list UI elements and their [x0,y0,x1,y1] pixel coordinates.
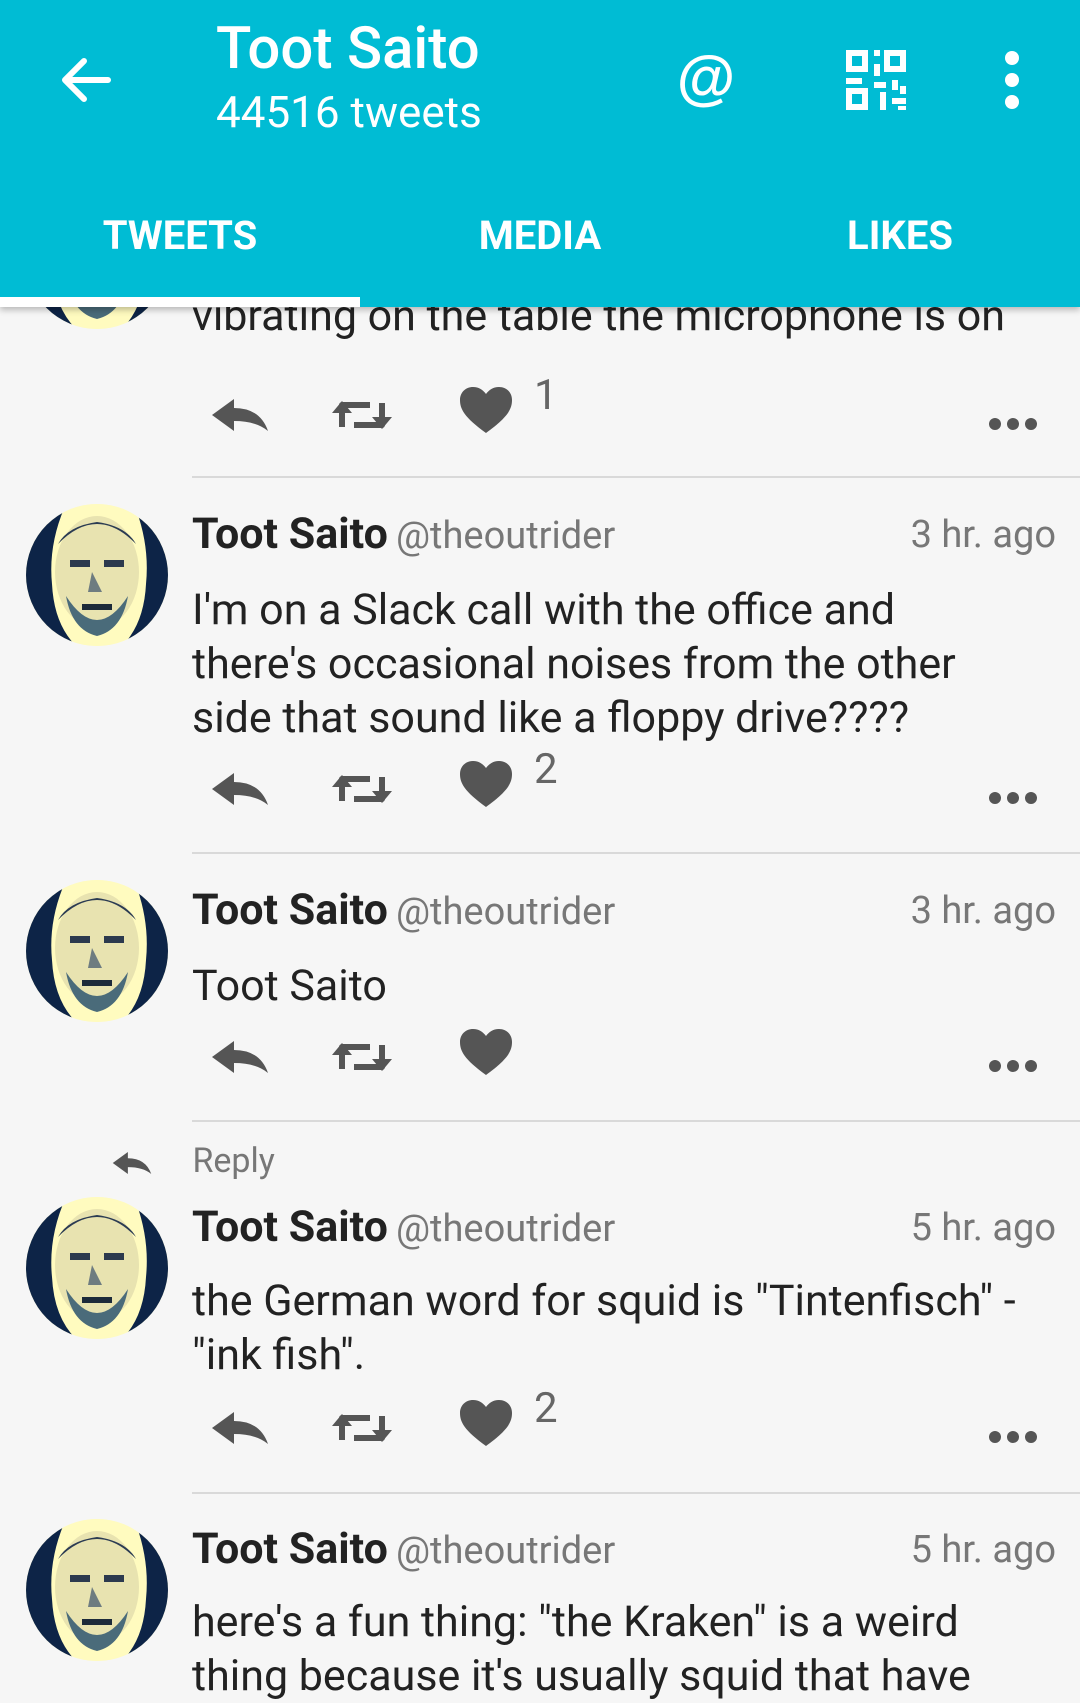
divider [192,1120,1080,1122]
avatar[interactable] [26,504,168,646]
avatar[interactable] [26,1519,168,1661]
like-count: 1 [534,371,558,420]
divider [192,1492,1080,1494]
avatar[interactable] [26,880,168,1022]
author-handle[interactable]: @theoutrider [396,890,615,934]
tweet-actions: 1 [208,365,1038,435]
tab-tweets[interactable]: TWEETS [0,190,360,307]
tweet-line: "ink fish". [192,1330,366,1380]
reply-icon[interactable] [208,739,272,809]
reply-icon[interactable] [208,1378,272,1448]
back-arrow-icon [62,58,111,102]
tab-media[interactable]: MEDIA [360,190,720,307]
more-icon[interactable] [988,1013,1038,1073]
tweet-line: here's a fun thing: "the Kraken" is a we… [192,1597,959,1647]
like-count: 2 [534,1384,558,1433]
tweet-text: the German word for squid is "Tintenfisc… [192,1274,1062,1382]
tweet-text: Toot Saito [192,959,1062,1013]
reply-icon[interactable] [208,1007,272,1077]
retweet-icon[interactable] [330,365,394,435]
tweet-count: 44516 tweets [216,86,482,138]
tweet-text: I'm on a Slack call with the office and … [192,583,1062,745]
author-name[interactable]: Toot Saito [192,1202,388,1252]
author-name[interactable]: Toot Saito [192,885,388,935]
more-icon[interactable] [988,371,1038,431]
reply-context-label: Reply [192,1141,275,1181]
tweet-header: Toot Saito @theoutrider 5 hr. ago [192,1524,1056,1580]
tweet-header: Toot Saito @theoutrider 3 hr. ago [192,885,1056,941]
reply-context-icon [110,1148,154,1178]
tweet-line: side that sound like a floppy drive???? [192,693,910,743]
author-handle[interactable]: @theoutrider [396,1529,615,1573]
timestamp: 5 hr. ago [910,1206,1056,1250]
tweet-line: I'm on a Slack call with the office and [192,585,895,635]
tweet-header: Toot Saito @theoutrider 5 hr. ago [192,1202,1056,1258]
app-bar: Toot Saito 44516 tweets @ TWEETS MEDIA L… [0,0,1080,307]
author-name[interactable]: Toot Saito [192,1524,388,1574]
timestamp: 3 hr. ago [910,513,1056,557]
divider [192,852,1080,854]
title-block: Toot Saito 44516 tweets [216,14,482,140]
reply-context: Reply [110,1141,275,1181]
heart-icon[interactable] [458,1378,514,1448]
tweet-actions: 2 [208,1378,1038,1448]
divider [192,476,1080,478]
tab-bar: TWEETS MEDIA LIKES [0,190,1080,307]
author-name[interactable]: Toot Saito [192,509,388,559]
like-count: 2 [534,745,558,794]
overflow-menu-icon [1005,51,1019,109]
qr-code-icon [846,50,906,110]
back-button[interactable] [50,45,120,115]
tweet-actions: 2 [208,739,1038,809]
avatar[interactable] [26,1197,168,1339]
timestamp: 3 hr. ago [910,889,1056,933]
mention-icon: @ [677,44,736,111]
more-icon[interactable] [988,745,1038,805]
svg-text:@: @ [677,44,736,111]
reply-icon[interactable] [208,365,272,435]
tweet-line: there's occasional noises from the other [192,639,956,689]
timestamp: 5 hr. ago [910,1528,1056,1572]
mention-button[interactable]: @ [666,40,746,120]
tab-likes[interactable]: LIKES [720,190,1080,307]
tweet-text: here's a fun thing: "the Kraken" is a we… [192,1595,1062,1703]
tweet-line: the German word for squid is "Tintenfisc… [192,1276,1016,1326]
retweet-icon[interactable] [330,1378,394,1448]
author-handle[interactable]: @theoutrider [396,1207,615,1251]
tweet-header: Toot Saito @theoutrider 3 hr. ago [192,509,1056,565]
heart-icon[interactable] [458,739,514,809]
heart-icon[interactable] [458,1007,514,1077]
retweet-icon[interactable] [330,1007,394,1077]
more-icon[interactable] [988,1384,1038,1444]
heart-icon[interactable] [458,365,514,435]
author-handle[interactable]: @theoutrider [396,514,615,558]
tweet-line: thing because it's usually squid that ha… [192,1651,971,1701]
qr-code-button[interactable] [836,40,916,120]
page-title: Toot Saito [216,15,480,83]
overflow-menu-button[interactable] [972,40,1052,120]
tweet-actions [208,1007,1038,1077]
retweet-icon[interactable] [330,739,394,809]
tweet-line: Toot Saito [192,961,387,1011]
